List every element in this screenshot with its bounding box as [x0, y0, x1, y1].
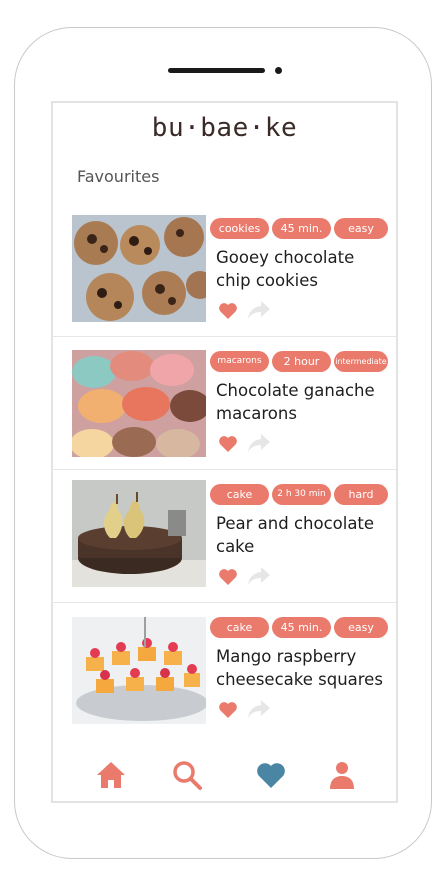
recipe-title[interactable]: Pear and chocolate cake [216, 512, 392, 558]
share-icon[interactable] [247, 433, 271, 453]
tag-duration[interactable]: 45 min. [272, 218, 331, 239]
recipe-card[interactable]: cake 2 h 30 min hard Pear and chocolate … [53, 470, 396, 603]
search-icon[interactable] [171, 759, 203, 791]
tag-difficulty[interactable]: intermediate [334, 351, 388, 372]
recipe-image-macarons[interactable] [72, 350, 206, 457]
heart-icon[interactable] [218, 701, 238, 719]
app-logo: bu·bae·ke [151, 113, 298, 143]
page-title: Favourites [77, 167, 160, 186]
recipe-image-pear-cake[interactable] [72, 480, 206, 587]
share-icon[interactable] [247, 699, 271, 719]
user-icon[interactable] [326, 759, 358, 791]
tag-duration[interactable]: 2 h 30 min [272, 484, 331, 505]
tag-category[interactable]: cake [210, 484, 269, 505]
heart-icon[interactable] [255, 760, 287, 792]
tag-category[interactable]: cookies [210, 218, 269, 239]
recipe-card[interactable]: cake 45 min. easy Mango raspberry cheese… [53, 603, 396, 736]
tag-category[interactable]: cake [210, 617, 269, 638]
tag-duration[interactable]: 2 hour [272, 351, 331, 372]
recipe-tags: cake 2 h 30 min hard [210, 484, 388, 505]
phone-camera [275, 67, 282, 74]
heart-icon[interactable] [218, 435, 238, 453]
recipe-tags: cake 45 min. easy [210, 617, 388, 638]
recipe-title[interactable]: Mango raspberry cheesecake squares [216, 645, 392, 691]
recipe-image-cookies[interactable] [72, 215, 206, 322]
tag-category[interactable]: macarons [210, 351, 269, 372]
recipe-card[interactable]: cookies 45 min. easy Gooey chocolate chi… [53, 204, 396, 337]
home-icon[interactable] [95, 759, 127, 791]
recipe-tags: cookies 45 min. easy [210, 218, 388, 239]
recipe-image-cheesecake[interactable] [72, 617, 206, 724]
recipe-tags: macarons 2 hour intermediate [210, 351, 388, 372]
share-icon[interactable] [247, 566, 271, 586]
recipe-title[interactable]: Gooey chocolate chip cookies [216, 246, 392, 292]
tag-difficulty[interactable]: easy [334, 617, 388, 638]
phone-speaker [168, 68, 265, 73]
tag-difficulty[interactable]: hard [334, 484, 388, 505]
share-icon[interactable] [247, 300, 271, 320]
recipe-title[interactable]: Chocolate ganache macarons [216, 379, 392, 425]
heart-icon[interactable] [218, 302, 238, 320]
tag-duration[interactable]: 45 min. [272, 617, 331, 638]
recipe-card[interactable]: macarons 2 hour intermediate Chocolate g… [53, 337, 396, 470]
heart-icon[interactable] [218, 568, 238, 586]
app-screen: bu·bae·ke Favourites cookies 45 min. eas… [51, 101, 398, 803]
tag-difficulty[interactable]: easy [334, 218, 388, 239]
bottom-nav [53, 759, 396, 799]
